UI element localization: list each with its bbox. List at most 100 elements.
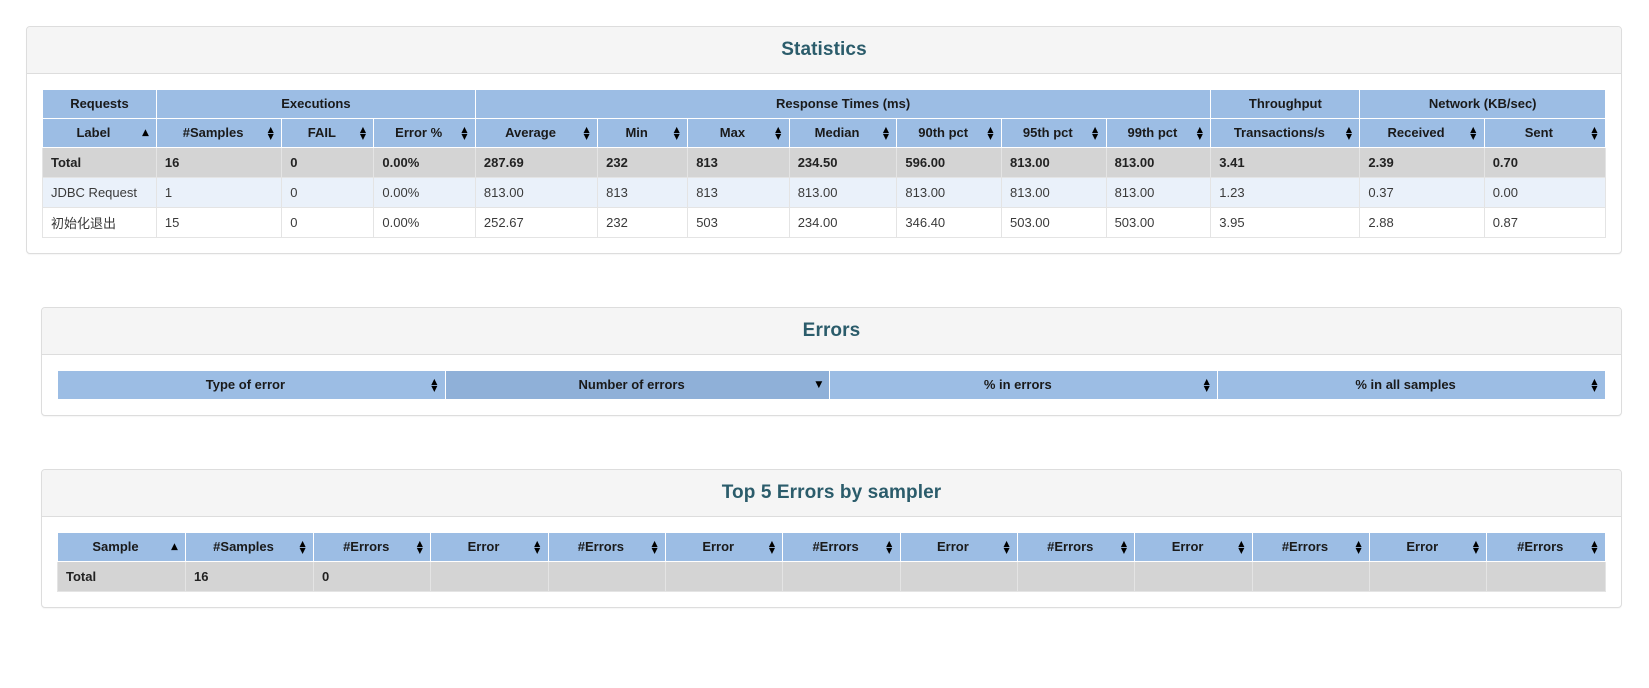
top5-errors-cell	[1017, 561, 1136, 592]
statistics-column-header-average-4[interactable]: Average ▲ ▼	[474, 118, 599, 148]
errors-table: Type of error ▲ ▼ Number of errors ▼ % in err…	[57, 370, 1606, 400]
statistics-column-header-sent-13[interactable]: Sent ▲ ▼	[1483, 118, 1607, 148]
top5-errors-panel-heading: Top 5 Errors by sampler	[42, 470, 1621, 517]
top5-errors-cell	[1251, 561, 1371, 592]
top5-errors-column-header-samples-1[interactable]: #Samples ▲ ▼	[185, 532, 315, 562]
top5-errors-column-label: #Samples	[213, 539, 274, 554]
top5-errors-column-header-error-11[interactable]: Error ▲ ▼	[1369, 532, 1488, 562]
table-row[interactable]: JDBC Request 1 0 0.00% 813.00 813 813 813.00 813…	[42, 177, 1607, 208]
errors-column-header-type-of-error-0[interactable]: Type of error ▲ ▼	[57, 370, 446, 400]
top5-errors-column-label: Error	[1406, 539, 1439, 554]
top5-errors-column-header-errors-12[interactable]: #Errors ▲ ▼	[1486, 532, 1606, 562]
statistics-column-label: Median	[814, 125, 860, 140]
top5-errors-column-header-error-3[interactable]: Error ▲ ▼	[430, 532, 549, 562]
table-row[interactable]: Total 16 0	[56, 561, 1606, 592]
statistics-column-header-received-12[interactable]: Received ▲ ▼	[1359, 118, 1485, 148]
statistics-column-header-fail-2[interactable]: FAIL ▲ ▼	[281, 118, 375, 148]
statistics-group-label: Requests	[70, 96, 129, 111]
statistics-column-label: Label	[76, 125, 111, 140]
statistics-cell: 287.69	[474, 147, 599, 178]
statistics-cell: 0.00	[1483, 177, 1607, 208]
top5-errors-column-header-errors-8[interactable]: #Errors ▲ ▼	[1017, 532, 1136, 562]
sort-both-icon: ▲ ▼	[882, 125, 889, 141]
statistics-column-label: Transactions/s	[1233, 125, 1325, 140]
statistics-cell: 813	[687, 147, 790, 178]
top5-errors-column-header-errors-2[interactable]: #Errors ▲ ▼	[313, 532, 432, 562]
statistics-table-head: Requests Executions Response Times (ms) Thr…	[42, 89, 1607, 148]
statistics-cell: 503	[687, 207, 790, 238]
statistics-column-header-90th-pct-8[interactable]: 90th pct ▲ ▼	[896, 118, 1002, 148]
sort-both-icon: ▲ ▼	[359, 125, 366, 141]
top5-errors-cell: Total	[56, 561, 187, 592]
errors-column-header-row: Type of error ▲ ▼ Number of errors ▼ % in err…	[57, 370, 1606, 400]
top5-errors-column-header-row: Sample ▲ #Samples ▲ ▼ #Errors ▲ ▼ Error ▲ ▼ #Errors…	[56, 532, 1606, 562]
sort-both-icon: ▲ ▼	[673, 125, 680, 141]
statistics-cell: 3.95	[1210, 207, 1361, 238]
sort-both-icon: ▲ ▼	[416, 539, 423, 555]
statistics-column-header-median-7[interactable]: Median ▲ ▼	[788, 118, 898, 148]
errors-table-head: Type of error ▲ ▼ Number of errors ▼ % in err…	[57, 370, 1606, 400]
top5-errors-cell	[899, 561, 1019, 592]
sort-both-icon: ▲ ▼	[775, 125, 782, 141]
errors-column-label: % in errors	[983, 377, 1052, 392]
sort-both-icon: ▲ ▼	[1203, 377, 1210, 393]
sort-both-icon: ▲ ▼	[1092, 125, 1099, 141]
errors-column-header-in-all-samples-3[interactable]: % in all samples ▲ ▼	[1217, 370, 1606, 400]
errors-column-header-in-errors-2[interactable]: % in errors ▲ ▼	[829, 370, 1219, 400]
top5-errors-cell	[665, 561, 784, 592]
statistics-cell: 1.23	[1210, 177, 1361, 208]
errors-panel: Errors Type of error ▲ ▼ Number of errors ▼%…	[41, 307, 1622, 416]
statistics-column-header-99th-pct-10[interactable]: 99th pct ▲ ▼	[1105, 118, 1212, 148]
statistics-cell: 1	[155, 177, 283, 208]
top5-errors-column-label: #Errors	[577, 539, 625, 554]
statistics-group-header-response-times-ms: Response Times (ms)	[474, 89, 1212, 119]
top5-errors-cell	[1134, 561, 1253, 592]
statistics-column-header-min-5[interactable]: Min ▲ ▼	[597, 118, 689, 148]
statistics-column-header-error-3[interactable]: Error % ▲ ▼	[373, 118, 476, 148]
top5-errors-column-label: Error	[702, 539, 735, 554]
top5-errors-cell	[1486, 561, 1606, 592]
sort-both-icon: ▲ ▼	[583, 125, 590, 141]
statistics-group-label: Response Times (ms)	[776, 96, 911, 111]
statistics-column-header-transactions-s-11[interactable]: Transactions/s ▲ ▼	[1210, 118, 1361, 148]
sort-both-icon: ▲ ▼	[1591, 539, 1598, 555]
top5-errors-column-header-errors-4[interactable]: #Errors ▲ ▼	[547, 532, 667, 562]
top5-errors-column-header-errors-6[interactable]: #Errors ▲ ▼	[782, 532, 901, 562]
statistics-cell: 234.50	[788, 147, 898, 178]
top5-errors-column-label: Error	[467, 539, 500, 554]
sort-both-icon: ▲ ▼	[461, 125, 468, 141]
top5-errors-column-header-error-9[interactable]: Error ▲ ▼	[1134, 532, 1253, 562]
statistics-column-label: Sent	[1524, 125, 1553, 140]
top5-errors-column-header-error-5[interactable]: Error ▲ ▼	[665, 532, 784, 562]
statistics-cell: 2.39	[1359, 147, 1485, 178]
sort-both-icon: ▲ ▼	[1591, 377, 1598, 393]
top5-errors-column-label: Sample	[92, 539, 139, 554]
statistics-table-body: Total 16 0 0.00% 287.69 232 813 234.50 596.00 813…	[42, 147, 1607, 238]
statistics-column-header-95th-pct-9[interactable]: 95th pct ▲ ▼	[1000, 118, 1107, 148]
statistics-column-header-samples-1[interactable]: #Samples ▲ ▼	[155, 118, 283, 148]
top5-errors-cell	[547, 561, 667, 592]
statistics-cell: 813.00	[1000, 147, 1107, 178]
top5-errors-panel-body: Sample ▲ #Samples ▲ ▼ #Errors ▲ ▼ Error ▲ ▼ #Errors…	[42, 517, 1621, 607]
statistics-panel-body: Requests Executions Response Times (ms) Thr…	[27, 74, 1621, 253]
statistics-cell: 0.00%	[373, 207, 476, 238]
statistics-column-header-label-0[interactable]: Label ▲	[42, 118, 157, 148]
top5-errors-column-label: #Errors	[1047, 539, 1094, 554]
top5-errors-column-header-sample-0[interactable]: Sample ▲	[56, 532, 187, 562]
table-row[interactable]: Total 16 0 0.00% 287.69 232 813 234.50 596.00 813…	[42, 147, 1607, 178]
statistics-table: Requests Executions Response Times (ms) Thr…	[42, 89, 1607, 238]
sort-both-icon: ▲ ▼	[1120, 539, 1128, 555]
table-row[interactable]: 初始化退出 15 0 0.00% 252.67 232 503 234.00 346.40 503…	[42, 207, 1607, 238]
statistics-column-header-max-6[interactable]: Max ▲ ▼	[687, 118, 790, 148]
statistics-cell: 813.00	[1000, 177, 1107, 208]
top5-errors-column-header-errors-10[interactable]: #Errors ▲ ▼	[1251, 532, 1371, 562]
top5-errors-column-label: Error	[1171, 539, 1204, 554]
top5-errors-column-header-error-7[interactable]: Error ▲ ▼	[899, 532, 1019, 562]
errors-column-header-number-of-errors-1[interactable]: Number of errors ▼	[444, 370, 831, 400]
statistics-cell: 15	[155, 207, 283, 238]
statistics-cell: 346.40	[896, 207, 1002, 238]
sort-both-icon: ▲ ▼	[1003, 539, 1010, 555]
statistics-cell: 0	[281, 177, 375, 208]
statistics-cell: 813	[687, 177, 790, 208]
statistics-cell: 503.00	[1000, 207, 1107, 238]
